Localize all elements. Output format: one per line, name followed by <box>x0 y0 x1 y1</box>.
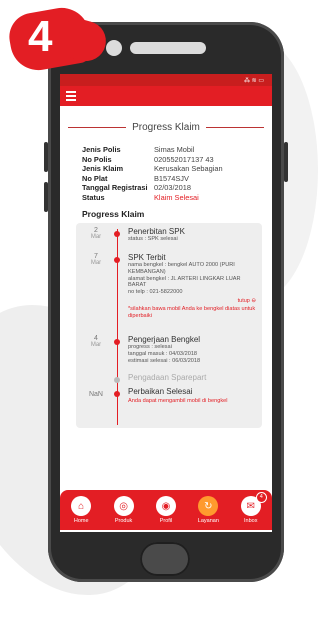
page-title-row: Progress Klaim <box>68 122 264 133</box>
app-screen: ⁂ ≋ ▭ Progress Klaim Jenis Polis Simas Mo… <box>60 74 272 532</box>
nav-label: Home <box>73 518 89 524</box>
timeline-day: NaN <box>88 391 103 398</box>
timeline-dot <box>114 377 120 383</box>
nav-item-home[interactable]: ⌂ Home <box>63 496 99 524</box>
timeline-day: 7 <box>94 253 98 260</box>
speaker <box>130 42 206 54</box>
timeline-title: Perbaikan Selesai <box>128 387 193 396</box>
volume-button <box>44 182 48 212</box>
info-row: Jenis Polis Simas Mobil <box>82 145 264 155</box>
profile-icon: ◉ <box>155 496 176 516</box>
info-row: No Plat B1574SJV <box>82 174 264 184</box>
status-icons: ⁂ ≋ ▭ <box>243 77 264 84</box>
timeline-body: Perbaikan Selesai Anda dapat mengambil mo… <box>128 387 256 405</box>
info-row: No Polis 020552017137 43 <box>82 155 264 165</box>
timeline-body: Pengerjaan Bengkel progress : selesai tang… <box>128 335 256 364</box>
info-row: Status Klaim Selesai <box>82 193 264 203</box>
info-row: Tanggal Registrasi 02/03/2018 <box>82 183 264 193</box>
nav-label: Layanan <box>197 518 219 524</box>
nav-label: Produk <box>114 518 133 524</box>
info-key: Jenis Klaim <box>82 164 124 173</box>
nav-item-profil[interactable]: ◉ Profil <box>148 496 184 524</box>
nav-item-inbox[interactable]: ✉ 4 Inbox <box>233 492 269 524</box>
step-number: 4 <box>28 12 53 61</box>
timeline-note: Anda dapat mengambil mobil di bengkel <box>128 398 228 404</box>
timeline-detail: no telp : 021-5822000 <box>128 289 183 296</box>
nav-item-produk[interactable]: ◎ Produk <box>106 496 142 524</box>
timeline-title: Pengadaan Sparepart <box>128 373 207 382</box>
volume-button <box>44 142 48 172</box>
timeline-detail: nama bengkel : bengkel AUTO 2000 (PURI K… <box>128 262 235 275</box>
section-label: Progress Klaim <box>82 209 145 219</box>
timeline-date: 4 Mar <box>86 335 106 349</box>
app-bar <box>60 86 272 106</box>
phone-frame: ⁂ ≋ ▭ Progress Klaim Jenis Polis Simas Mo… <box>44 22 288 582</box>
timeline-date: NaN <box>86 391 106 398</box>
timeline-detail: status : SPK selesai <box>128 236 178 242</box>
timeline-body: SPK Terbit nama bengkel : bengkel AUTO 20… <box>128 253 256 320</box>
home-button[interactable] <box>140 542 190 576</box>
info-value: 02/03/2018 <box>154 183 191 192</box>
info-key: No Plat <box>82 173 108 183</box>
bottom-nav: ⌂ Home ◎ Produk ◉ Profil ↻ Layanan ✉ 4 Inbox <box>60 490 272 530</box>
timeline-month: Mar <box>90 234 102 240</box>
content: Progress Klaim Jenis Polis Simas Mobil No … <box>60 122 272 428</box>
info-key: Jenis Polis <box>82 145 121 154</box>
timeline-detail: tanggal masuk : 04/03/2018 <box>128 350 198 357</box>
timeline-month: Mar <box>90 260 102 266</box>
timeline-title: Penerbitan SPK <box>128 227 185 236</box>
timeline-title: Pengerjaan Bengkel <box>128 335 201 344</box>
timeline-date: 7 Mar <box>86 253 106 267</box>
power-button <box>284 142 288 182</box>
progress-timeline: 2 Mar Penerbitan SPK status : SPK selesai 7 M… <box>76 223 262 428</box>
timeline-day: 4 <box>94 335 98 342</box>
info-value: Klaim Selesai <box>154 192 199 202</box>
timeline-note: *silahkan bawa mobil Anda ke bengkel dia… <box>128 305 256 319</box>
inbox-badge: 4 <box>255 492 267 503</box>
timeline-date: 2 Mar <box>86 227 106 241</box>
nav-item-layanan[interactable]: ↻ Layanan <box>190 496 226 524</box>
timeline-detail: estimasi selesai : 06/03/2018 <box>128 357 201 364</box>
menu-icon[interactable] <box>66 91 76 101</box>
timeline-month: Mar <box>90 342 102 348</box>
info-key: No Polis <box>82 154 112 164</box>
info-key: Tanggal Registrasi <box>82 183 148 192</box>
timeline-dot <box>114 257 120 263</box>
page-title: Progress Klaim <box>132 122 200 133</box>
info-value: B1574SJV <box>154 173 189 183</box>
timeline-dot <box>114 231 120 237</box>
service-icon: ↻ <box>198 496 219 516</box>
timeline-detail: alamat bengkel : JL ARTERI LINGKAR LUAR … <box>128 275 241 289</box>
info-value: 020552017137 43 <box>154 154 214 164</box>
collapse-toggle[interactable]: tutup ⊖ <box>128 298 256 304</box>
nav-label: Profil <box>159 518 173 524</box>
timeline-detail: progress : selesai <box>128 344 172 350</box>
info-key: Status <box>82 192 105 202</box>
status-bar: ⁂ ≋ ▭ <box>60 74 272 86</box>
timeline-dot <box>114 391 120 397</box>
home-icon: ⌂ <box>71 496 92 516</box>
timeline-body: Pengadaan Sparepart <box>128 373 256 382</box>
nav-label: Inbox <box>244 518 258 524</box>
bag-icon: ◎ <box>113 496 134 516</box>
info-value: Kerusakan Sebagian <box>154 164 223 173</box>
info-row: Jenis Klaim Kerusakan Sebagian <box>82 164 264 174</box>
claim-info: Jenis Polis Simas Mobil No Polis 0205520171… <box>82 145 264 202</box>
timeline-body: Penerbitan SPK status : SPK selesai <box>128 227 256 243</box>
camera <box>106 40 122 56</box>
timeline-day: 2 <box>94 227 98 234</box>
timeline-title: SPK Terbit <box>128 253 166 262</box>
timeline-dot <box>114 339 120 345</box>
info-value: Simas Mobil <box>154 145 195 154</box>
